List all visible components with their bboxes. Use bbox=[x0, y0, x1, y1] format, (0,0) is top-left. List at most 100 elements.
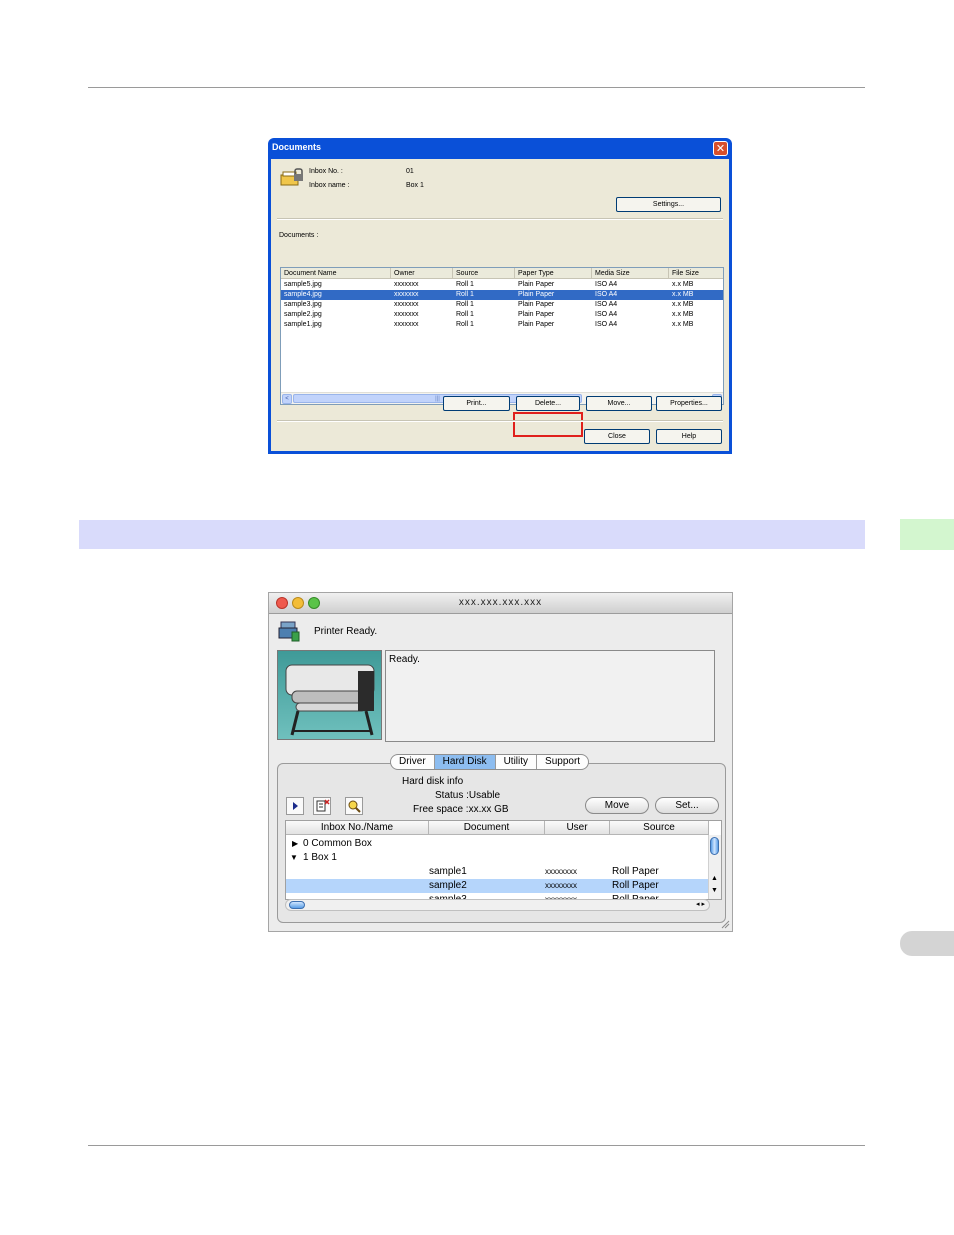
document-cell: Roll 1 bbox=[456, 301, 474, 308]
resize-grip-icon[interactable] bbox=[720, 919, 730, 929]
set-button[interactable]: Set... bbox=[655, 797, 719, 814]
column-header[interactable]: User bbox=[545, 821, 610, 835]
scroll-up-icon[interactable]: ▲ bbox=[711, 875, 718, 882]
dialog-body: Inbox No. : 01 Inbox name : Box 1 Settin… bbox=[271, 159, 729, 451]
column-header[interactable]: Document Name bbox=[281, 268, 391, 279]
column-header[interactable]: Document bbox=[429, 821, 545, 835]
document-cell: x.x MB bbox=[672, 301, 694, 308]
printer-status-text: Printer Ready. bbox=[314, 626, 378, 637]
close-icon[interactable]: ✕ bbox=[713, 141, 728, 156]
move-button[interactable]: Move... bbox=[586, 396, 652, 411]
close-button[interactable]: Close bbox=[584, 429, 650, 444]
expand-icon[interactable] bbox=[286, 797, 304, 815]
printer-image bbox=[277, 650, 382, 740]
vertical-scrollbar[interactable]: ▲ ▼ bbox=[708, 835, 721, 899]
documents-label: Documents : bbox=[279, 232, 319, 239]
tab-hard-disk[interactable]: Hard Disk bbox=[434, 755, 496, 769]
document-row[interactable]: sample2.jpg xxxxxxx Roll 1 Plain Paper ISO A… bbox=[281, 310, 723, 320]
tree-row[interactable]: ▶ 0 Common Box bbox=[286, 837, 709, 851]
scroll-arrows-icon[interactable]: ◂ ▸ bbox=[696, 900, 705, 910]
dialog-title: Documents bbox=[272, 142, 322, 152]
document-cell: xxxxxxx bbox=[394, 291, 419, 298]
column-header[interactable]: Paper Type bbox=[515, 268, 592, 279]
column-header[interactable]: Media Size bbox=[592, 268, 669, 279]
document-cell: Roll 1 bbox=[456, 321, 474, 328]
delete-button[interactable]: Delete... bbox=[516, 396, 580, 411]
settings-button[interactable]: Settings... bbox=[616, 197, 721, 212]
scroll-left-icon[interactable]: < bbox=[282, 394, 292, 404]
horizontal-scrollbar[interactable]: ◂ ▸ bbox=[285, 899, 710, 911]
tab-driver[interactable]: Driver bbox=[391, 755, 435, 769]
print-button[interactable]: Print... bbox=[443, 396, 510, 411]
document-cell: Roll 1 bbox=[456, 311, 474, 318]
column-header[interactable]: Inbox No./Name bbox=[286, 821, 429, 835]
document-row[interactable]: sample2 xxxxxxxx Roll Paper bbox=[286, 879, 709, 893]
column-header[interactable]: Source bbox=[610, 821, 709, 835]
status-message-box: Ready. bbox=[385, 650, 715, 742]
document-cell: ISO A4 bbox=[595, 321, 618, 328]
inbox-no-label: Inbox No. : bbox=[309, 168, 343, 175]
printer-status-window: xxx.xxx.xxx.xxx Printer Ready. Ready. Dr… bbox=[268, 592, 733, 932]
document-row[interactable]: sample1.jpg xxxxxxx Roll 1 Plain Paper ISO A… bbox=[281, 320, 723, 330]
document-cell: x.x MB bbox=[672, 281, 694, 288]
document-document-cell: sample2 bbox=[429, 880, 467, 891]
separator bbox=[277, 420, 723, 422]
top-rule bbox=[88, 87, 865, 88]
properties-button[interactable]: Properties... bbox=[656, 396, 722, 411]
document-row[interactable]: sample5.jpg xxxxxxx Roll 1 Plain Paper ISO A… bbox=[281, 280, 723, 290]
document-cell: ISO A4 bbox=[595, 281, 618, 288]
document-cell: sample5.jpg bbox=[284, 281, 322, 288]
scroll-down-icon[interactable]: ▼ bbox=[711, 887, 718, 894]
delete-highlight-box bbox=[513, 412, 583, 437]
document-source-cell: Roll Paper bbox=[612, 866, 659, 877]
document-cell: x.x MB bbox=[672, 311, 694, 318]
document-row[interactable]: sample1 xxxxxxxx Roll Paper bbox=[286, 865, 709, 879]
title-bar: xxx.xxx.xxx.xxx bbox=[269, 593, 732, 614]
hard-disk-free-space: Free space :xx.xx GB bbox=[413, 804, 509, 815]
tab-bar: Driver Hard Disk Utility Support bbox=[390, 754, 590, 770]
document-row[interactable]: sample3.jpg xxxxxxx Roll 1 Plain Paper ISO A… bbox=[281, 300, 723, 310]
tab-utility[interactable]: Utility bbox=[496, 755, 538, 769]
document-cell: ISO A4 bbox=[595, 311, 618, 318]
bottom-rule bbox=[88, 1145, 865, 1146]
search-document-icon[interactable] bbox=[345, 797, 363, 815]
document-source-cell: Roll Paper bbox=[612, 880, 659, 891]
document-cell: Roll 1 bbox=[456, 291, 474, 298]
scroll-thumb[interactable] bbox=[289, 901, 305, 909]
document-user-cell: xxxxxxxx bbox=[545, 867, 577, 876]
document-cell: x.x MB bbox=[672, 321, 694, 328]
inbox-name-label: Inbox name : bbox=[309, 182, 350, 189]
tree-label: 1 Box 1 bbox=[303, 852, 337, 863]
hard-disk-status: Status :Usable bbox=[435, 790, 501, 801]
tree-label: 0 Common Box bbox=[303, 838, 372, 849]
document-cell: xxxxxxx bbox=[394, 311, 419, 318]
help-button[interactable]: Help bbox=[656, 429, 722, 444]
document-cell: Plain Paper bbox=[518, 321, 555, 328]
document-cell: Plain Paper bbox=[518, 281, 555, 288]
disclosure-open-icon[interactable]: ▼ bbox=[290, 851, 298, 865]
inbox-lock-icon bbox=[280, 168, 303, 186]
separator bbox=[277, 218, 723, 220]
disclosure-closed-icon[interactable]: ▶ bbox=[292, 837, 298, 851]
document-cell: Plain Paper bbox=[518, 291, 555, 298]
document-cell: sample4.jpg bbox=[284, 291, 322, 298]
tab-support[interactable]: Support bbox=[537, 755, 588, 769]
document-document-cell: sample1 bbox=[429, 866, 467, 877]
scroll-thumb[interactable] bbox=[710, 837, 719, 855]
document-user-cell: xxxxxxxx bbox=[545, 881, 577, 890]
delete-document-icon[interactable] bbox=[313, 797, 331, 815]
tree-row[interactable]: ▼ 1 Box 1 bbox=[286, 851, 709, 865]
section-heading-band bbox=[79, 520, 865, 549]
inbox-table[interactable]: Inbox No./Name Document User Source ▶ 0 … bbox=[285, 820, 722, 900]
column-header[interactable]: Owner bbox=[391, 268, 453, 279]
document-cell: ISO A4 bbox=[595, 301, 618, 308]
document-cell: Plain Paper bbox=[518, 311, 555, 318]
document-cell: sample3.jpg bbox=[284, 301, 322, 308]
move-button[interactable]: Move bbox=[585, 797, 649, 814]
document-cell: Plain Paper bbox=[518, 301, 555, 308]
column-header[interactable]: Source bbox=[453, 268, 515, 279]
documents-list[interactable]: Document Name Owner Source Paper Type Me… bbox=[280, 267, 724, 405]
document-row[interactable]: sample4.jpg xxxxxxx Roll 1 Plain Paper ISO A… bbox=[281, 290, 723, 300]
column-header[interactable]: File Size bbox=[669, 268, 723, 279]
document-cell: xxxxxxx bbox=[394, 321, 419, 328]
